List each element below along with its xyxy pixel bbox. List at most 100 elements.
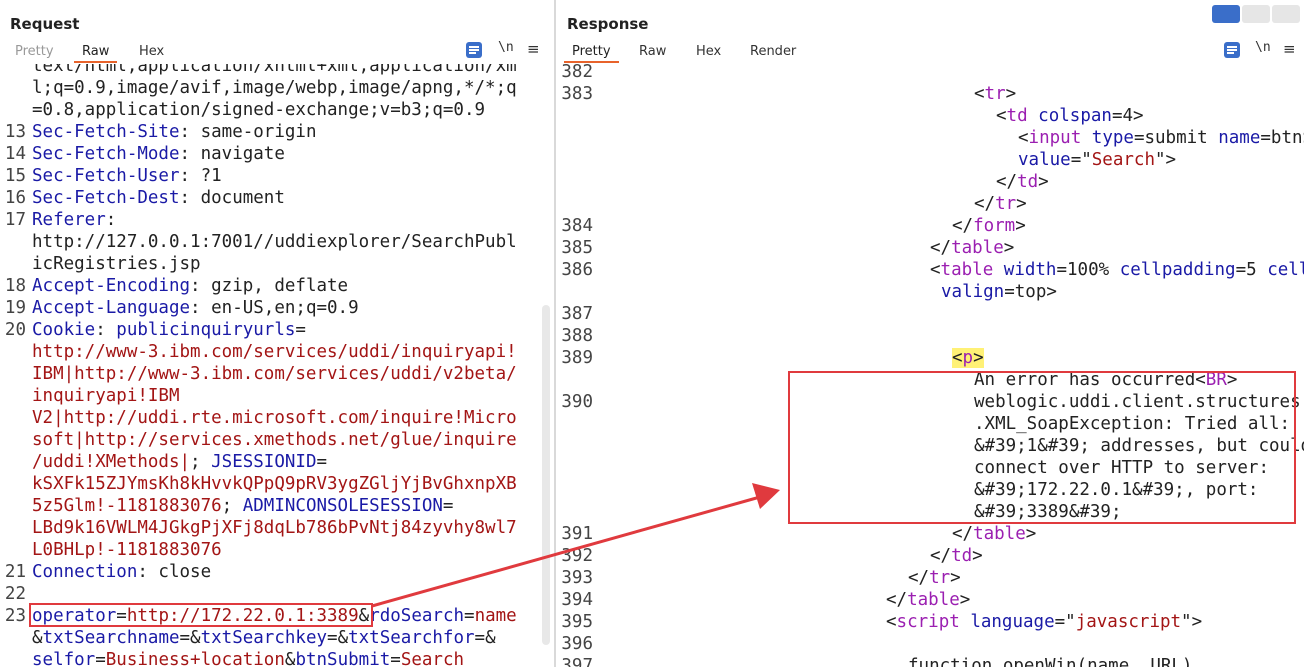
response-tab-raw[interactable]: Raw bbox=[639, 44, 666, 59]
code-line: Connection: close bbox=[32, 561, 211, 583]
code-line: </tr> bbox=[908, 567, 961, 589]
request-scrollbar[interactable] bbox=[542, 305, 550, 645]
line-number bbox=[0, 385, 26, 407]
code-token: function openWin(name, URL) bbox=[908, 656, 1193, 667]
code-line: </form> bbox=[952, 215, 1026, 237]
line-number bbox=[556, 435, 593, 457]
code-token: btnSubmit bbox=[295, 650, 391, 667]
code-token: = bbox=[464, 606, 475, 626]
line-number: 389 bbox=[561, 348, 593, 368]
code-line: <p> bbox=[952, 347, 984, 369]
code-token: =& bbox=[474, 628, 496, 648]
code-line: icRegistries.jsp bbox=[32, 253, 201, 275]
code-token: V2|http://uddi.rte.microsoft.com/inquire… bbox=[32, 408, 517, 428]
code-token: > bbox=[973, 348, 984, 368]
line-number bbox=[0, 407, 26, 429]
split-vertical-icon[interactable] bbox=[1242, 5, 1270, 23]
line-number bbox=[0, 363, 26, 385]
code-token: =top> bbox=[1004, 282, 1057, 302]
code-token: publicinquiryurls bbox=[116, 320, 296, 340]
code-token: txtSearchfor bbox=[348, 628, 475, 648]
code-line: <script language="javascript"> bbox=[886, 611, 1202, 633]
format-icon[interactable] bbox=[466, 42, 482, 58]
code-line: </table> bbox=[952, 523, 1036, 545]
response-tab-hex[interactable]: Hex bbox=[696, 44, 721, 59]
code-token: text/html,application/xhtml+xml,applicat… bbox=[32, 64, 517, 76]
code-token: : en-US,en;q=0.9 bbox=[190, 298, 359, 318]
active-tab-underline bbox=[564, 61, 619, 63]
code-token: p bbox=[962, 348, 974, 368]
code-token: < bbox=[886, 612, 897, 632]
code-line: http://www-3.ibm.com/services/uddi/inqui… bbox=[32, 341, 517, 363]
code-token: table bbox=[951, 238, 1004, 258]
line-number bbox=[0, 77, 26, 99]
single-pane-icon[interactable] bbox=[1272, 5, 1300, 23]
code-token: = bbox=[316, 452, 328, 472]
code-line: function openWin(name, URL) bbox=[908, 655, 1192, 667]
code-token: /uddi!XMethods| bbox=[32, 452, 191, 472]
code-token: Sec-Fetch-User bbox=[32, 166, 180, 186]
code-token: rdoSearch bbox=[369, 606, 465, 626]
line-number bbox=[556, 149, 593, 171]
line-number bbox=[0, 341, 26, 363]
request-editor[interactable]: text/html,application/xhtml+xml,applicat… bbox=[0, 64, 554, 667]
line-number: 397 bbox=[561, 656, 593, 667]
split-horizontal-icon[interactable] bbox=[1212, 5, 1240, 23]
code-token: > bbox=[959, 590, 971, 610]
code-token: =4> bbox=[1111, 106, 1144, 126]
line-number: 19 bbox=[4, 298, 26, 318]
code-line: 5z5Glm!-1181883076; ADMINCONSOLESESSION= bbox=[32, 495, 453, 517]
error-annotation-box bbox=[788, 371, 1296, 524]
line-number bbox=[0, 99, 26, 121]
request-tab-raw[interactable]: Raw bbox=[74, 44, 118, 63]
response-tab-pretty[interactable]: Pretty bbox=[564, 44, 619, 63]
code-token: =5 bbox=[1235, 260, 1268, 280]
menu-icon[interactable]: ≡ bbox=[527, 40, 540, 58]
code-token: < bbox=[974, 84, 985, 104]
code-token: width bbox=[1003, 260, 1057, 280]
code-token: script bbox=[896, 612, 960, 632]
request-tab-hex[interactable]: Hex bbox=[139, 44, 164, 59]
line-number bbox=[556, 369, 593, 391]
code-token: =& bbox=[179, 628, 201, 648]
code-token: & bbox=[284, 650, 296, 667]
code-token: : navigate bbox=[179, 144, 285, 164]
layout-toggle bbox=[1212, 5, 1300, 23]
line-number: 395 bbox=[561, 612, 593, 632]
response-editor[interactable]: 382 383 <tr> <td colspan=4> <input type=subm… bbox=[556, 64, 1304, 667]
menu-icon[interactable]: ≡ bbox=[1283, 40, 1296, 58]
line-number: 391 bbox=[561, 524, 593, 544]
line-number: 21 bbox=[4, 562, 26, 582]
code-token: = bbox=[295, 320, 306, 340]
line-number bbox=[556, 105, 593, 127]
code-token: inquiryapi!IBM bbox=[32, 386, 180, 406]
code-token: : bbox=[95, 320, 117, 340]
newline-toggle-icon[interactable]: \n bbox=[1255, 40, 1271, 55]
newline-toggle-icon[interactable]: \n bbox=[498, 40, 514, 55]
code-token: > bbox=[1038, 172, 1049, 192]
code-token: Sec-Fetch-Site bbox=[32, 122, 180, 142]
line-number: 22 bbox=[4, 584, 26, 604]
active-tab-underline bbox=[74, 61, 118, 63]
line-number bbox=[556, 501, 593, 523]
code-line: IBM|http://www-3.ibm.com/services/uddi/v… bbox=[32, 363, 517, 385]
line-number bbox=[556, 127, 593, 149]
code-token: valign bbox=[941, 282, 1005, 302]
line-number: 23 bbox=[4, 606, 26, 626]
code-token: > bbox=[1005, 84, 1017, 104]
code-token: Sec-Fetch-Dest bbox=[32, 188, 180, 208]
code-line: l;q=0.9,image/avif,image/webp,image/apng… bbox=[32, 77, 517, 99]
format-icon[interactable] bbox=[1224, 42, 1240, 58]
code-token: cellpadding bbox=[1119, 260, 1236, 280]
request-tab-pretty[interactable]: Pretty bbox=[15, 44, 54, 59]
code-token: =100% bbox=[1056, 260, 1120, 280]
code-token: </ bbox=[974, 194, 996, 214]
code-token: < bbox=[996, 106, 1007, 126]
code-token: =" bbox=[1054, 612, 1076, 632]
code-token: l;q=0.9,image/avif,image/webp,image/apng… bbox=[32, 78, 517, 98]
code-token: td bbox=[1006, 106, 1028, 126]
response-tab-render[interactable]: Render bbox=[750, 44, 796, 59]
code-token: ADMINCONSOLESESSION bbox=[242, 496, 443, 516]
line-number bbox=[556, 193, 593, 215]
